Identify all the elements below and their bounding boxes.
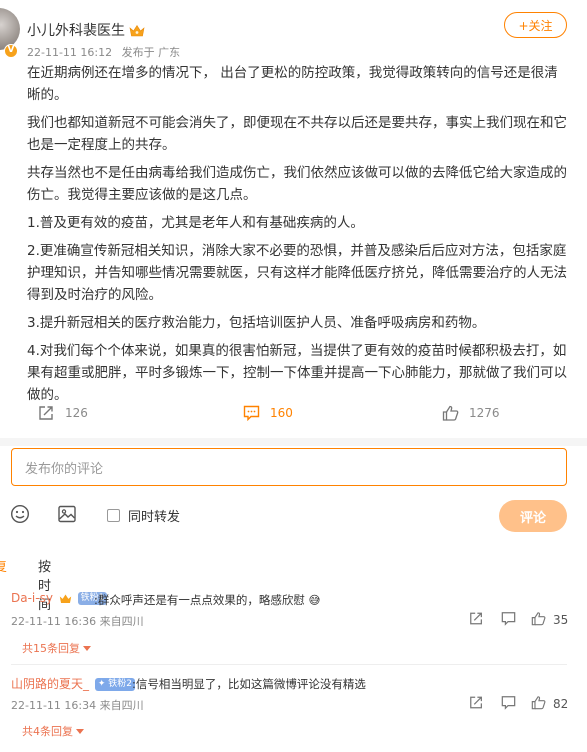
comment-text-row: :信号相当明显了，比如这篇微博评论没有精选	[132, 676, 366, 692]
repost-toggle-label: 同时转发	[128, 510, 181, 525]
post-paragraph: 在近期病例还在增多的情况下， 出台了更松的防控政策，我觉得政策转向的信号还是很清…	[27, 65, 558, 103]
repost-icon	[39, 406, 53, 420]
comment-divider	[11, 664, 567, 665]
comment-input[interactable]: 发布你的评论	[11, 448, 567, 486]
comment-user-row: 山阴路的夏天_ ✦ 铁粉2	[11, 675, 135, 692]
repost-icon[interactable]	[469, 695, 484, 710]
image-icon[interactable]	[57, 504, 77, 524]
view-replies-button[interactable]: 共15条回复	[22, 640, 91, 656]
like-icon[interactable]	[531, 611, 546, 626]
post-paragraph: 共存当然也不是任由病毒给我们造成伤亡，我们依然应该做可以做的去降低它给大家造成的…	[27, 165, 567, 203]
comment-user-row: Da-i-sy 铁粉1	[11, 591, 108, 605]
comment-actions: 82	[0, 695, 587, 715]
v-badge-icon: V	[4, 44, 18, 58]
author-name[interactable]: 小儿外科裴医生	[27, 20, 125, 40]
repost-checkbox[interactable]	[107, 509, 120, 522]
comment-like-count: 35	[553, 613, 569, 627]
crown-icon	[129, 24, 145, 36]
comment-count: 160	[270, 406, 293, 420]
replies-label: 共15条回复	[22, 642, 80, 655]
section-divider	[0, 438, 587, 446]
repost-icon[interactable]	[469, 611, 484, 626]
repost-count: 126	[65, 406, 88, 420]
submit-comment-button[interactable]: 评论	[499, 500, 567, 532]
comment-username[interactable]: Da-i-sy	[11, 591, 53, 605]
comment-actions: 35	[0, 611, 587, 631]
tab-hot[interactable]: 复	[0, 556, 7, 575]
comment-button[interactable]: 160	[243, 405, 293, 421]
crown-icon	[59, 594, 71, 603]
comment-icon[interactable]	[501, 695, 516, 710]
like-count: 1276	[469, 406, 500, 420]
view-replies-button[interactable]: 共4条回复	[22, 723, 84, 739]
chevron-down-icon	[83, 645, 91, 651]
like-icon[interactable]	[531, 695, 546, 710]
comment-input-placeholder: 发布你的评论	[25, 461, 104, 477]
emoji-icon[interactable]	[10, 504, 30, 524]
comment-text-row: :群众呼声还是有一点点效果的，略感欣慰 😅	[94, 592, 321, 608]
post-action-bar: 126 160 1276	[0, 405, 587, 429]
replies-label: 共4条回复	[22, 725, 73, 738]
comment-icon[interactable]	[501, 611, 516, 626]
repost-button[interactable]: 126	[38, 405, 88, 421]
follow-button[interactable]: +关注	[504, 12, 567, 38]
chevron-down-icon	[76, 728, 84, 734]
post-meta: 22-11-11 16:12 发布于 广东	[27, 44, 186, 60]
author-row: 小儿外科裴医生	[27, 20, 145, 40]
post-body: 在近期病例还在增多的情况下， 出台了更松的防控政策，我觉得政策转向的信号还是很清…	[27, 62, 567, 412]
post-paragraph: 4.对我们每个个体来说，如果真的很害怕新冠，当提供了更有效的疫苗时候都积极去打，…	[27, 343, 567, 403]
post-paragraph: 1.普及更有效的疫苗，尤其是老年人和有基础疾病的人。	[27, 215, 364, 231]
like-icon	[442, 405, 459, 421]
post-location: 发布于 广东	[121, 46, 181, 59]
fan-badge: ✦ 铁粉2	[94, 678, 135, 691]
comment-like-count: 82	[553, 697, 569, 711]
comment-text: :信号相当明显了，比如这篇微博评论没有精选	[132, 677, 366, 691]
emoji-icon: 😅	[308, 593, 321, 607]
comment-text: :群众呼声还是有一点点效果的，略感欣慰	[94, 593, 305, 607]
comment-username[interactable]: 山阴路的夏天_	[11, 677, 89, 691]
like-button[interactable]: 1276	[442, 405, 500, 421]
comment-icon	[243, 405, 260, 421]
post-paragraph: 我们也都知道新冠不可能会消失了，即便现在不共存以后还是要共存，事实上我们现在和它…	[27, 115, 567, 153]
composer-toolbar: 同时转发 评论	[0, 500, 587, 532]
post-timestamp[interactable]: 22-11-11 16:12	[27, 46, 112, 59]
post-paragraph: 3.提升新冠相关的医疗救治能力，包括培训医护人员、准备呼吸病房和药物。	[27, 315, 486, 331]
repost-toggle[interactable]: 同时转发	[107, 506, 180, 525]
post-paragraph: 2.更准确宣传新冠相关知识，消除大家不必要的恐惧，并普及感染后后应对方法，包括家…	[27, 243, 567, 303]
